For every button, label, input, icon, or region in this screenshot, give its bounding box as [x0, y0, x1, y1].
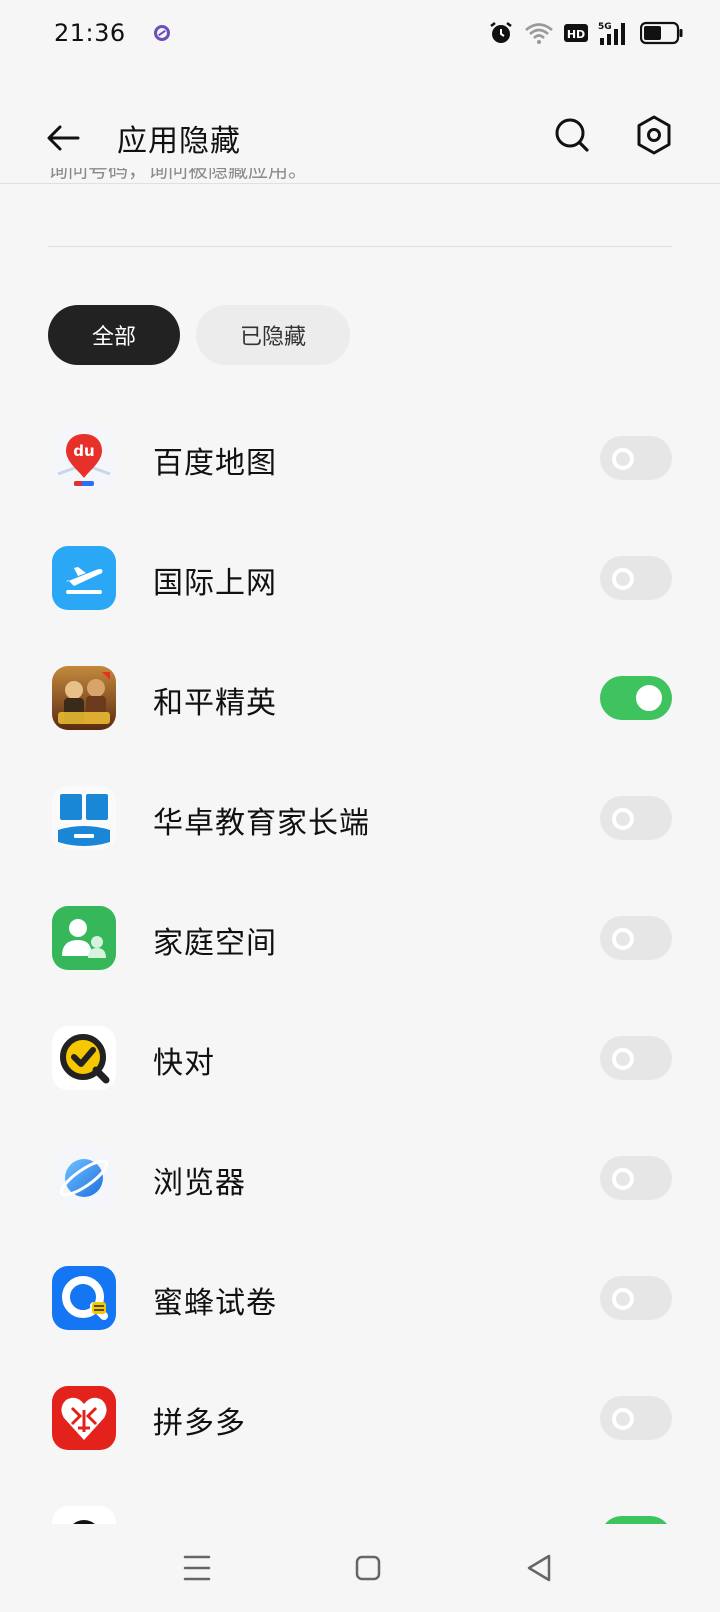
hide-toggle[interactable] [600, 1516, 672, 1524]
alarm-icon [490, 22, 512, 43]
toggle-knob [612, 1048, 634, 1070]
status-time: 21:36 [54, 19, 126, 47]
partial-app-icon [52, 1506, 116, 1524]
settings-button[interactable] [630, 111, 678, 159]
app-name: 国际上网 [153, 566, 277, 601]
home-button[interactable] [348, 1548, 388, 1588]
toggle-knob [612, 1408, 634, 1430]
app-name: 和平精英 [153, 686, 277, 721]
app-row-browser[interactable]: 浏览器 [0, 1116, 720, 1236]
battery-icon [640, 21, 683, 45]
toggle-knob [612, 808, 634, 830]
hide-toggle[interactable] [600, 1276, 672, 1320]
kuaidui-icon [52, 1026, 116, 1090]
hide-toggle[interactable] [600, 796, 672, 840]
app-name: 快对 [153, 1046, 215, 1081]
back-button[interactable] [40, 114, 88, 162]
pinduoduo-icon [52, 1386, 116, 1450]
svg-text:du: du [73, 442, 94, 460]
app-row-huazhuo-education[interactable]: 华卓教育家长端 [0, 756, 720, 876]
app-name: 百度地图 [153, 446, 277, 481]
filter-tabs: 全部 已隐藏 [48, 305, 351, 365]
hide-toggle[interactable] [600, 1156, 672, 1200]
hide-toggle[interactable] [600, 556, 672, 600]
toggle-knob [636, 685, 662, 711]
description-text: 询问号码，询问被隐藏应用。 [48, 168, 308, 182]
app-row-baidu-map[interactable]: du 百度地图 [0, 396, 720, 516]
tab-hidden[interactable]: 已隐藏 [196, 305, 351, 365]
back-arrow-icon [47, 125, 80, 151]
app-row-family-space[interactable]: 家庭空间 [0, 876, 720, 996]
peace-elite-icon [52, 666, 116, 730]
app-row-partial[interactable] [0, 1476, 720, 1524]
status-icons: HD 5G [488, 20, 684, 46]
back-nav-button[interactable] [519, 1548, 559, 1588]
signal-5g-icon: 5G [598, 22, 625, 45]
toggle-knob [612, 1168, 634, 1190]
recent-apps-button[interactable] [177, 1548, 217, 1588]
app-name: 蜜蜂试卷 [153, 1286, 277, 1321]
section-divider [48, 246, 672, 247]
app-row-pinduoduo[interactable]: 拼多多 [0, 1356, 720, 1476]
wifi-icon [525, 23, 553, 44]
svg-text:HD: HD [567, 28, 585, 41]
app-row-bee-exam[interactable]: 蜜蜂试卷 [0, 1236, 720, 1356]
app-name: 华卓教育家长端 [153, 806, 370, 841]
gear-icon [637, 115, 671, 155]
svg-text:5G: 5G [598, 22, 612, 32]
app-name: 家庭空间 [153, 926, 277, 961]
hide-toggle[interactable] [600, 916, 672, 960]
toggle-knob [612, 1288, 634, 1310]
notification-icon [153, 25, 170, 41]
toggle-knob [612, 568, 634, 590]
app-name: 浏览器 [153, 1166, 246, 1201]
hide-toggle[interactable] [600, 436, 672, 480]
hide-toggle[interactable] [600, 1396, 672, 1440]
global-internet-icon [52, 546, 116, 610]
back-triangle-icon [527, 1554, 551, 1582]
app-row-peace-elite[interactable]: 和平精英 [0, 636, 720, 756]
system-nav-bar [0, 1526, 720, 1612]
family-space-icon [52, 906, 116, 970]
app-list: du 百度地图 国际上网 和平精英 华卓教育家长端 家庭空间 快对 浏览器 蜜蜂… [0, 396, 720, 1524]
hd-icon: HD [564, 24, 588, 42]
hide-toggle[interactable] [600, 676, 672, 720]
app-row-kuaidui[interactable]: 快对 [0, 996, 720, 1116]
status-bar: 21:36 HD 5G [0, 0, 720, 66]
page-title: 应用隐藏 [117, 124, 241, 159]
tab-all[interactable]: 全部 [48, 305, 181, 365]
app-row-global-internet[interactable]: 国际上网 [0, 516, 720, 636]
baidu-map-icon: du [52, 426, 116, 490]
toggle-knob [612, 928, 634, 950]
hide-toggle[interactable] [600, 1036, 672, 1080]
search-button[interactable] [548, 111, 596, 159]
bee-exam-icon [52, 1266, 116, 1330]
huazhuo-education-icon [52, 786, 116, 850]
home-icon [355, 1555, 381, 1581]
header-divider [0, 183, 720, 184]
browser-icon [52, 1146, 116, 1210]
menu-icon [183, 1555, 211, 1581]
app-name: 拼多多 [153, 1406, 246, 1441]
toggle-knob [612, 448, 634, 470]
search-icon [555, 118, 589, 152]
